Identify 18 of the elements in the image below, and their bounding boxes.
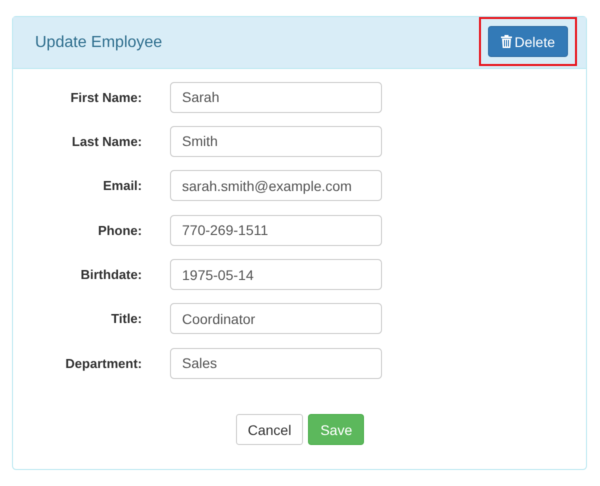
field-label: First Name: xyxy=(69,90,142,104)
field-label: Last Name: xyxy=(70,134,142,149)
field-label: Phone: xyxy=(96,222,142,238)
trash-icon xyxy=(500,35,512,48)
field-label: Title: xyxy=(110,311,142,326)
input-field[interactable]: Sarah xyxy=(170,82,382,112)
input-field[interactable]: 770-269-1511 xyxy=(170,214,382,246)
input-field[interactable]: sarah.smith@example.com xyxy=(170,170,382,202)
field-label: Department: xyxy=(64,356,142,371)
field-label: Email: xyxy=(102,178,142,194)
input-field[interactable]: Sales xyxy=(170,348,382,379)
cancel-button[interactable]: Cancel xyxy=(236,414,304,446)
delete-button[interactable]: Delete xyxy=(488,26,568,57)
input-field[interactable]: Coordinator xyxy=(170,303,382,334)
input-field[interactable]: Smith xyxy=(170,126,382,157)
field-label: Birthdate: xyxy=(80,267,142,282)
input-field[interactable]: 1975-05-14 xyxy=(170,259,382,290)
panel-title: Update Employee xyxy=(35,34,162,52)
